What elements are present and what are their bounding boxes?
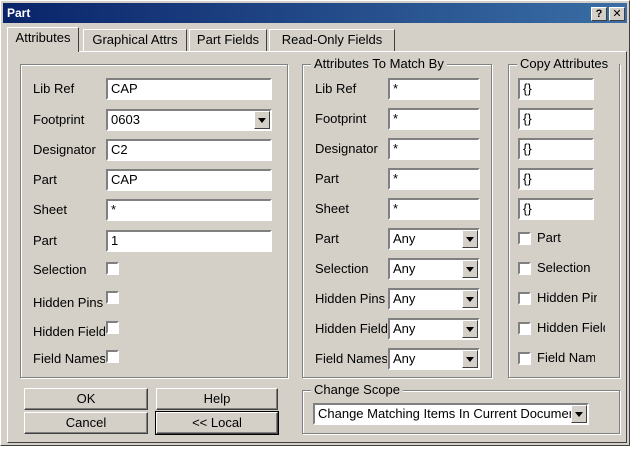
chevron-down-icon[interactable] <box>462 230 478 248</box>
help-icon[interactable]: ? <box>591 7 607 21</box>
match-part-number-value: Any <box>393 231 416 246</box>
hidden-fields-checkbox[interactable] <box>106 321 119 334</box>
part-number-input[interactable]: 1 <box>106 230 272 252</box>
footprint-label: Footprint <box>33 112 85 127</box>
copy-field-1[interactable]: {} <box>518 78 594 100</box>
match-selection-select[interactable]: Any <box>388 258 480 280</box>
copy-field-3[interactable]: {} <box>518 138 594 160</box>
tab-graphical-attrs[interactable]: Graphical Attrs <box>83 29 187 51</box>
hidden-pins-label: Hidden Pins <box>33 295 104 310</box>
match-selection-value: Any <box>393 261 416 276</box>
copy-part-label: Part <box>537 230 561 245</box>
copy-selection-checkbox[interactable] <box>518 262 531 275</box>
lib-ref-label: Lib Ref <box>33 81 75 96</box>
match-part-label: Part <box>315 171 339 186</box>
hidden-fields-label: Hidden Fields <box>33 324 105 339</box>
field-names-checkbox[interactable] <box>106 350 119 363</box>
tab-attributes[interactable]: Attributes <box>7 27 79 52</box>
change-scope-group: Change Scope Change Matching Items In Cu… <box>302 382 620 434</box>
match-hidden-pins-value: Any <box>393 291 416 306</box>
window-title: Part <box>7 6 31 20</box>
local-button[interactable]: << Local <box>155 411 279 435</box>
copy-field-5[interactable]: {} <box>518 198 594 220</box>
field-names-label: Field Names <box>33 351 105 366</box>
match-group: Attributes To Match By Lib Ref * Footpri… <box>302 56 492 378</box>
footprint-select[interactable]: 0603 <box>106 109 272 131</box>
match-part-input[interactable]: * <box>388 168 480 190</box>
part-input[interactable]: CAP <box>106 169 272 191</box>
lib-ref-input[interactable]: CAP <box>106 78 272 100</box>
designator-label: Designator <box>33 142 96 157</box>
chevron-down-icon[interactable] <box>571 405 587 423</box>
footprint-value: 0603 <box>111 112 140 127</box>
close-icon[interactable]: ✕ <box>609 7 625 21</box>
copy-field-names-label: Field Names <box>537 350 595 365</box>
copy-group: Copy Attributes {} {} {} {} {} Part Sele… <box>508 56 620 378</box>
copy-field-2[interactable]: {} <box>518 108 594 130</box>
match-hidden-fields-value: Any <box>393 321 416 336</box>
copy-hidden-fields-label: Hidden Fields <box>537 320 605 335</box>
chevron-down-icon[interactable] <box>462 260 478 278</box>
copy-hidden-fields-checkbox[interactable] <box>518 322 531 335</box>
copy-field-4[interactable]: {} <box>518 168 594 190</box>
title-bar: Part ? ✕ <box>3 3 627 23</box>
match-hidden-fields-label: Hidden Fields <box>315 321 387 336</box>
help-button[interactable]: Help <box>156 388 278 410</box>
tab-part-fields[interactable]: Part Fields <box>189 29 267 51</box>
copy-selection-label: Selection <box>537 260 591 275</box>
designator-input[interactable]: C2 <box>106 139 272 161</box>
hidden-pins-checkbox[interactable] <box>106 291 119 304</box>
match-sheet-label: Sheet <box>315 201 349 216</box>
copy-field-names-checkbox[interactable] <box>518 352 531 365</box>
copy-hidden-pins-checkbox[interactable] <box>518 292 531 305</box>
match-designator-input[interactable]: * <box>388 138 480 160</box>
part-number-label: Part <box>33 233 57 248</box>
match-hidden-fields-select[interactable]: Any <box>388 318 480 340</box>
selection-label: Selection <box>33 262 87 277</box>
copy-group-title: Copy Attributes <box>517 56 619 71</box>
cancel-button[interactable]: Cancel <box>24 412 148 434</box>
match-part-number-label: Part <box>315 231 339 246</box>
chevron-down-icon[interactable] <box>254 111 270 129</box>
sheet-label: Sheet <box>33 202 67 217</box>
ok-button[interactable]: OK <box>24 388 148 410</box>
match-part-number-select[interactable]: Any <box>388 228 480 250</box>
change-scope-title: Change Scope <box>311 382 404 397</box>
match-selection-label: Selection <box>315 261 369 276</box>
chevron-down-icon[interactable] <box>462 290 478 308</box>
match-sheet-input[interactable]: * <box>388 198 480 220</box>
copy-part-checkbox[interactable] <box>518 232 531 245</box>
match-lib-ref-label: Lib Ref <box>315 81 357 96</box>
sheet-input[interactable]: * <box>106 199 272 221</box>
match-footprint-label: Footprint <box>315 111 367 126</box>
tab-read-only-fields[interactable]: Read-Only Fields <box>269 29 395 51</box>
match-group-title: Attributes To Match By <box>311 56 447 71</box>
change-scope-select[interactable]: Change Matching Items In Current Documen… <box>313 403 589 425</box>
attributes-pane: Lib Ref CAP Footprint 0603 Designator C2… <box>7 51 627 443</box>
chevron-down-icon[interactable] <box>462 320 478 338</box>
match-footprint-input[interactable]: * <box>388 108 480 130</box>
attributes-group: Lib Ref CAP Footprint 0603 Designator C2… <box>20 64 288 378</box>
change-scope-value: Change Matching Items In Current Documen… <box>318 406 580 421</box>
chevron-down-icon[interactable] <box>462 350 478 368</box>
match-field-names-value: Any <box>393 351 416 366</box>
match-lib-ref-input[interactable]: * <box>388 78 480 100</box>
match-hidden-pins-label: Hidden Pins <box>315 291 386 306</box>
copy-hidden-pins-label: Hidden Pins <box>537 290 597 305</box>
match-designator-label: Designator <box>315 141 378 156</box>
selection-checkbox[interactable] <box>106 262 119 275</box>
part-label: Part <box>33 172 57 187</box>
match-hidden-pins-select[interactable]: Any <box>388 288 480 310</box>
match-field-names-select[interactable]: Any <box>388 348 480 370</box>
match-field-names-label: Field Names <box>315 351 387 366</box>
part-dialog: Part ? ✕ Attributes Graphical Attrs Part… <box>0 0 630 446</box>
